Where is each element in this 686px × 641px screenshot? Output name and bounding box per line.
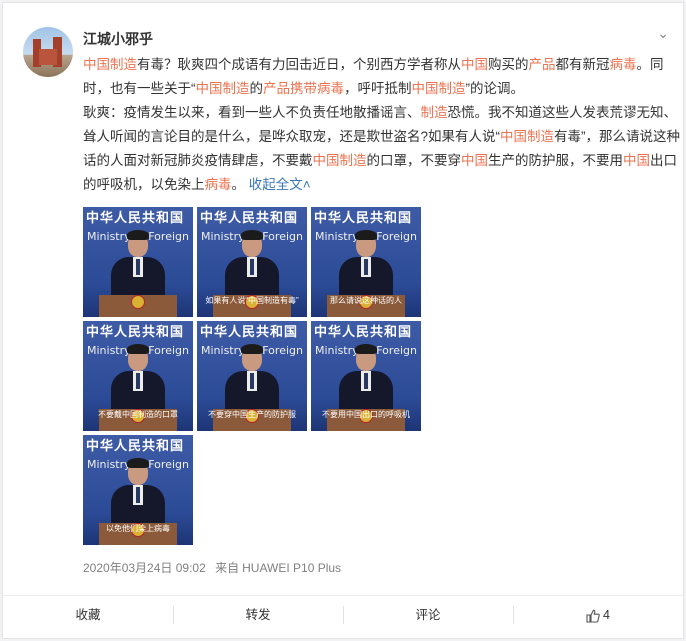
post-timestamp[interactable]: 2020年03月24日 09:02 bbox=[83, 561, 206, 575]
avatar[interactable] bbox=[23, 27, 73, 77]
favorite-button[interactable]: 收藏 bbox=[3, 596, 173, 634]
post-image[interactable]: 中华人民共和国Ministry of Foreign以免他们染上病毒 bbox=[83, 435, 193, 545]
image-subtitle: 不要戴中国制造的口罩 bbox=[98, 410, 178, 419]
keyword-link[interactable]: 中国制造 bbox=[500, 129, 554, 144]
post-text-segment: 购买的 bbox=[488, 57, 529, 72]
post-text-segment: ，呼吁抵制 bbox=[344, 81, 412, 96]
keyword-link[interactable]: 中国制造 bbox=[412, 81, 466, 96]
post-paragraph: 中国制造有毒？耿爽四个成语有力回击近日，个别西方学者称从中国购买的产品都有新冠病… bbox=[83, 53, 683, 101]
image-backdrop-text: 中华人民共和国 bbox=[200, 210, 299, 225]
emblem-icon bbox=[131, 295, 145, 309]
speaker-hair bbox=[127, 458, 149, 468]
like-button[interactable]: 4 bbox=[513, 596, 683, 634]
like-count: 4 bbox=[603, 608, 610, 622]
chevron-down-icon[interactable]: ⌄ bbox=[657, 25, 669, 42]
collapse-full-text-link[interactable]: 收起全文 bbox=[249, 177, 303, 192]
keyword-link[interactable]: 制造 bbox=[421, 105, 448, 120]
speaker-hair bbox=[241, 344, 263, 354]
username[interactable]: 江城小邪乎 bbox=[83, 29, 153, 49]
source-device[interactable]: HUAWEI P10 Plus bbox=[242, 561, 341, 575]
post-text-segment: 都有新冠 bbox=[555, 57, 610, 72]
chevron-up-icon[interactable]: ˄ bbox=[303, 177, 311, 192]
post-text-segment: 生产的防护服，不要用 bbox=[488, 153, 623, 168]
speaker-tie bbox=[136, 373, 140, 389]
keyword-link[interactable]: 中国制造 bbox=[196, 81, 250, 96]
keyword-link[interactable]: 产品 bbox=[529, 57, 556, 72]
image-subtitle: 那么请说这种话的人 bbox=[330, 296, 402, 305]
image-backdrop-text: 中华人民共和国 bbox=[200, 324, 299, 339]
post-image[interactable]: 中华人民共和国Ministry of Foreign如果有人说“中国制造有毒” bbox=[197, 207, 307, 317]
post-text-segment: 有毒？耿爽四个成语有力回击近日，个别西方学者称从 bbox=[137, 57, 461, 72]
action-bar: 收藏 转发 评论 4 bbox=[3, 595, 683, 634]
image-subtitle: 不要用中国出口的呼吸机 bbox=[322, 410, 410, 419]
post-paragraph: 耿爽：疫情发生以来，看到一些人不负责任地散播谣言、制造恐慌。我不知道这些人发表荒… bbox=[83, 101, 683, 197]
post-image[interactable]: 中华人民共和国Ministry of Foreign不要穿中国生产的防护服 bbox=[197, 321, 307, 431]
post-text-segment: 。 bbox=[231, 177, 249, 192]
image-backdrop-text: 中华人民共和国 bbox=[86, 438, 185, 453]
speaker-hair bbox=[127, 344, 149, 354]
speaker-tie bbox=[136, 259, 140, 275]
speaker-hair bbox=[127, 230, 149, 240]
speaker-tie bbox=[364, 259, 368, 275]
image-subtitle: 如果有人说“中国制造有毒” bbox=[205, 296, 299, 305]
source-prefix: 来自 bbox=[215, 561, 240, 575]
post-image[interactable]: 中华人民共和国Ministry of Foreign不要用中国出口的呼吸机 bbox=[311, 321, 421, 431]
speaker-hair bbox=[355, 344, 377, 354]
post-meta: 2020年03月24日 09:02 来自 HUAWEI P10 Plus bbox=[83, 559, 347, 576]
weibo-post-card: 江城小邪乎 ⌄ 中国制造有毒？耿爽四个成语有力回击近日，个别西方学者称从中国购买… bbox=[2, 2, 684, 639]
post-image[interactable]: 中华人民共和国Ministry of Foreign bbox=[83, 207, 193, 317]
image-backdrop-text: 中华人民共和国 bbox=[86, 210, 185, 225]
keyword-link[interactable]: 中国 bbox=[461, 57, 488, 72]
image-backdrop-text: 中华人民共和国 bbox=[86, 324, 185, 339]
keyword-link[interactable]: 产品携带病毒 bbox=[263, 81, 344, 96]
post-text: 中国制造有毒？耿爽四个成语有力回击近日，个别西方学者称从中国购买的产品都有新冠病… bbox=[83, 53, 683, 197]
speaker-tie bbox=[250, 259, 254, 275]
speaker-hair bbox=[241, 230, 263, 240]
post-text-segment: 的 bbox=[249, 81, 264, 96]
speaker-tie bbox=[250, 373, 254, 389]
image-backdrop-text: 中华人民共和国 bbox=[314, 324, 413, 339]
speaker-tie bbox=[136, 487, 140, 503]
thumbs-up-icon bbox=[586, 609, 600, 623]
image-backdrop-text: 中华人民共和国 bbox=[314, 210, 413, 225]
keyword-link[interactable]: 中国 bbox=[461, 153, 488, 168]
image-subtitle: 以免他们染上病毒 bbox=[106, 524, 170, 533]
post-text-segment: 耿爽：疫情发生以来，看到一些人不负责任地散播谣言、 bbox=[83, 105, 421, 120]
image-grid: 中华人民共和国Ministry of Foreign中华人民共和国Ministr… bbox=[83, 207, 425, 549]
speaker-hair bbox=[355, 230, 377, 240]
keyword-link[interactable]: 病毒 bbox=[205, 177, 232, 192]
image-subtitle: 不要穿中国生产的防护服 bbox=[208, 410, 296, 419]
keyword-link[interactable]: 病毒 bbox=[610, 57, 637, 72]
post-image[interactable]: 中华人民共和国Ministry of Foreign不要戴中国制造的口罩 bbox=[83, 321, 193, 431]
repost-button[interactable]: 转发 bbox=[173, 596, 343, 634]
post-image[interactable]: 中华人民共和国Ministry of Foreign那么请说这种话的人 bbox=[311, 207, 421, 317]
comment-button[interactable]: 评论 bbox=[343, 596, 513, 634]
post-text-segment: 的口罩，不要穿 bbox=[366, 153, 462, 168]
keyword-link[interactable]: 中国制造 bbox=[83, 57, 137, 72]
post-text-segment: ”的论调。 bbox=[465, 81, 525, 96]
speaker-tie bbox=[364, 373, 368, 389]
keyword-link[interactable]: 中国 bbox=[623, 153, 650, 168]
keyword-link[interactable]: 中国制造 bbox=[313, 153, 367, 168]
